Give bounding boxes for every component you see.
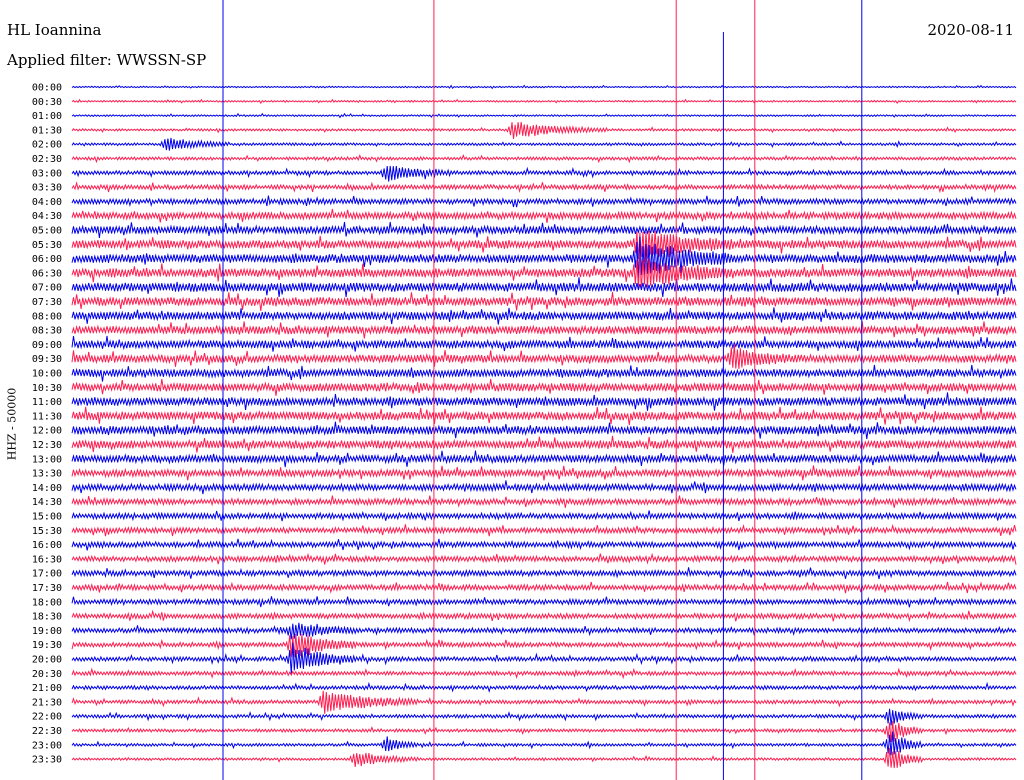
time-label: 21:00 <box>32 683 62 694</box>
time-label: 20:30 <box>32 669 62 680</box>
trace-row <box>71 622 1017 640</box>
time-label: 00:00 <box>32 83 62 94</box>
trace-row <box>71 681 1017 694</box>
trace-row <box>71 421 1017 440</box>
time-label: 10:30 <box>32 383 62 394</box>
trace-row <box>71 708 1017 726</box>
trace-row <box>71 465 1017 481</box>
trace-row <box>71 84 1017 90</box>
trace-row <box>71 720 1017 742</box>
trace-row <box>71 690 1017 714</box>
time-label: 16:30 <box>32 554 62 565</box>
time-label: 09:00 <box>32 340 62 351</box>
trace-row <box>71 642 1017 675</box>
trace-row <box>71 633 1017 657</box>
trace-row <box>71 195 1017 208</box>
trace-row <box>71 392 1017 411</box>
time-label: 03:00 <box>32 168 62 179</box>
trace-row <box>71 121 1017 140</box>
time-label: 19:30 <box>32 640 62 651</box>
time-label: 21:30 <box>32 697 62 708</box>
trace-row <box>71 208 1017 223</box>
time-label: 01:00 <box>32 111 62 122</box>
trace-row <box>71 510 1017 522</box>
time-label: 23:00 <box>32 740 62 751</box>
time-label: 06:00 <box>32 254 62 265</box>
time-label: 01:30 <box>32 125 62 136</box>
time-label: 02:30 <box>32 154 62 165</box>
trace-row <box>71 307 1017 325</box>
time-label: 09:30 <box>32 354 62 365</box>
trace-row <box>71 567 1017 580</box>
time-label: 05:00 <box>32 226 62 237</box>
trace-row <box>71 609 1017 623</box>
time-label: 04:30 <box>32 211 62 222</box>
time-label: 15:30 <box>32 526 62 537</box>
trace-row <box>71 165 1017 182</box>
time-label: 16:00 <box>32 540 62 551</box>
trace-row <box>71 538 1017 551</box>
trace-row <box>71 378 1017 396</box>
trace-row <box>71 98 1017 105</box>
trace-row <box>71 731 1017 756</box>
trace-row <box>71 523 1017 537</box>
time-label: 11:30 <box>32 411 62 422</box>
trace-row <box>71 406 1017 426</box>
time-label: 22:30 <box>32 726 62 737</box>
time-label: 22:00 <box>32 712 62 723</box>
time-label: 14:30 <box>32 497 62 508</box>
trace-row <box>71 435 1017 453</box>
trace-row <box>71 450 1017 468</box>
time-label: 02:00 <box>32 140 62 151</box>
trace-row <box>71 667 1017 680</box>
trace-row <box>71 221 1017 238</box>
trace-row <box>71 153 1017 164</box>
time-label: 17:00 <box>32 569 62 580</box>
time-label: 07:00 <box>32 283 62 294</box>
trace-row <box>71 552 1017 565</box>
time-label: 18:30 <box>32 612 62 623</box>
time-label: 13:00 <box>32 454 62 465</box>
time-label: 00:30 <box>32 97 62 108</box>
time-labels: 00:00 00:30 01:00 01:30 02:00 02:30 03:00 03:30… <box>32 83 62 766</box>
trace-row <box>71 480 1017 495</box>
trace-row <box>71 321 1017 339</box>
time-label: 11:00 <box>32 397 62 408</box>
time-label: 03:30 <box>32 183 62 194</box>
trace-row <box>71 747 1017 769</box>
time-label: 12:00 <box>32 426 62 437</box>
time-label: 04:00 <box>32 197 62 208</box>
trace-row <box>71 495 1017 508</box>
time-label: 12:30 <box>32 440 62 451</box>
time-label: 17:30 <box>32 583 62 594</box>
trace-row <box>71 596 1017 608</box>
time-label: 18:00 <box>32 597 62 608</box>
time-label: 06:30 <box>32 268 62 279</box>
trace-row <box>71 292 1017 312</box>
trace-row <box>71 581 1017 594</box>
time-label: 05:30 <box>32 240 62 251</box>
time-label: 07:30 <box>32 297 62 308</box>
time-label: 08:00 <box>32 311 62 322</box>
time-label: 13:30 <box>32 469 62 480</box>
time-label: 08:30 <box>32 326 62 337</box>
time-label: 19:00 <box>32 626 62 637</box>
time-label: 14:00 <box>32 483 62 494</box>
trace-row <box>71 277 1017 298</box>
trace-row <box>71 335 1017 352</box>
helicorder-traces <box>71 84 1017 769</box>
seismogram-plot: 00:00 00:30 01:00 01:30 02:00 02:30 03:00 03:30… <box>32 0 1017 780</box>
time-label: 15:00 <box>32 512 62 523</box>
trace-row <box>71 364 1017 382</box>
trace-row <box>71 181 1017 194</box>
trace-row <box>71 112 1017 119</box>
trace-row <box>71 230 1017 262</box>
time-label: 10:00 <box>32 369 62 380</box>
time-label: 20:00 <box>32 655 62 666</box>
trace-row <box>71 137 1017 151</box>
time-label: 23:30 <box>32 755 62 766</box>
